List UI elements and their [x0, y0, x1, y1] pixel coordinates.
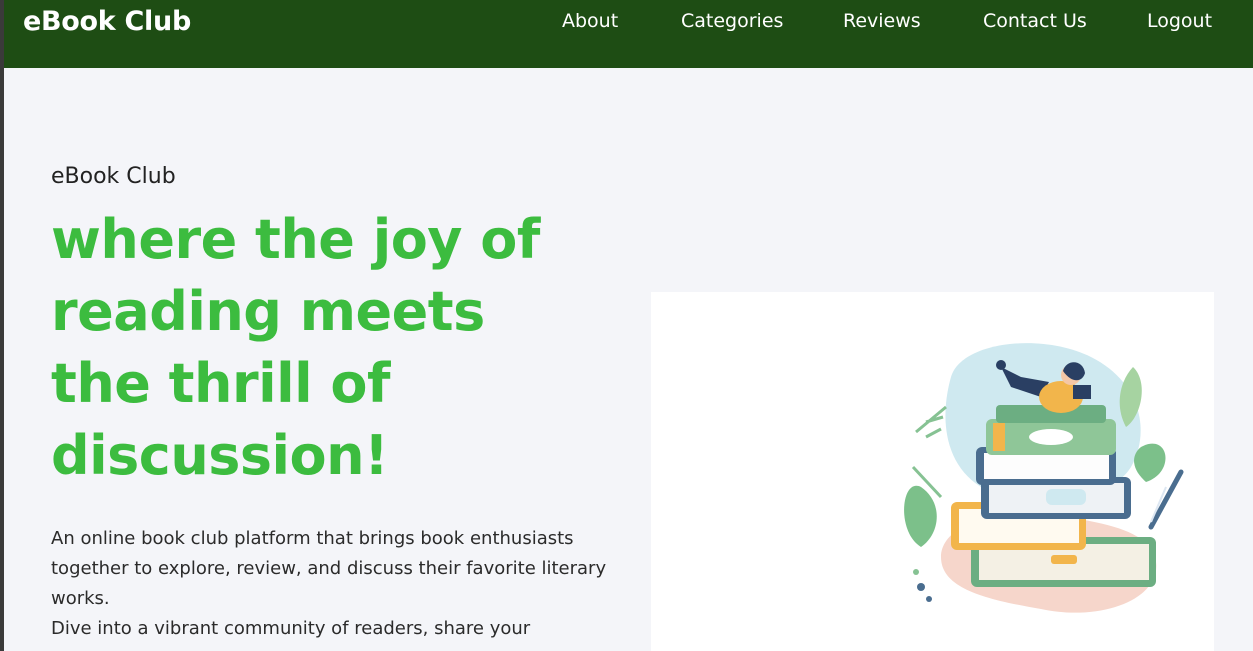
books-stack-reader-icon: [904, 343, 1184, 613]
hero-image-panel: [651, 292, 1214, 651]
description-line: Dive into a vibrant community of readers…: [51, 618, 531, 639]
top-navbar: eBook Club About Categories Reviews Cont…: [4, 0, 1253, 68]
nav-categories[interactable]: Categories: [681, 10, 783, 32]
hero-eyebrow: eBook Club: [51, 164, 176, 189]
hero-description: An online book club platform that brings…: [51, 524, 621, 644]
headline-line: reading meets: [51, 280, 485, 343]
hero-headline: where the joy of reading meets the thril…: [51, 204, 591, 492]
brand-logo[interactable]: eBook Club: [23, 6, 191, 37]
nav-contact-us[interactable]: Contact Us: [983, 10, 1087, 32]
description-line: works.: [51, 588, 110, 609]
headline-line: where the joy of: [51, 208, 540, 271]
nav-reviews[interactable]: Reviews: [843, 10, 921, 32]
headline-line: the thrill of: [51, 352, 391, 415]
nav-about[interactable]: About: [562, 10, 618, 32]
description-line: An online book club platform that brings…: [51, 528, 574, 549]
description-line: together to explore, review, and discuss…: [51, 558, 607, 579]
page: eBook Club About Categories Reviews Cont…: [4, 0, 1253, 651]
nav-logout[interactable]: Logout: [1147, 10, 1212, 32]
headline-line: discussion!: [51, 424, 389, 487]
